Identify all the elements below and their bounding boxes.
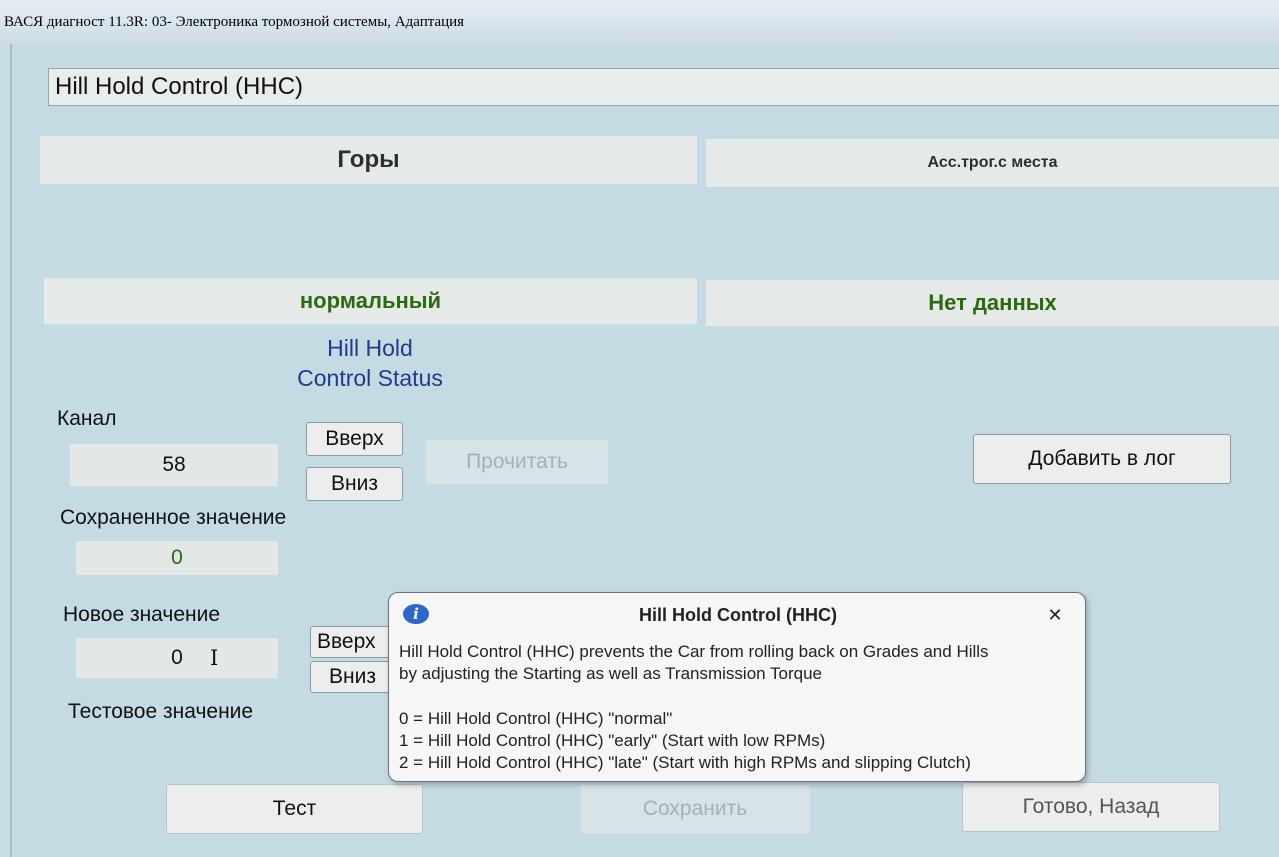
done-back-button[interactable]: Готово, Назад: [962, 782, 1220, 832]
add-to-log-button[interactable]: Добавить в лог: [973, 434, 1231, 484]
new-value-input[interactable]: 0 I: [76, 638, 278, 678]
dialog-option-2: 2 = Hill Hold Control (HHC) "late" (Star…: [399, 753, 971, 772]
window-title: ВАСЯ диагност 11.3R: 03- Электроника тор…: [0, 0, 1279, 44]
dialog-title: Hill Hold Control (HHC): [639, 605, 837, 625]
new-value-text: 0: [171, 646, 183, 669]
status-caption: Hill Hold Control Status: [240, 333, 500, 397]
read-button[interactable]: Прочитать: [425, 439, 609, 485]
panel-top-right: Асс.трог.с места: [706, 139, 1279, 187]
dialog-option-0: 0 = Hill Hold Control (HHC) "normal": [399, 709, 673, 728]
channel-down-button[interactable]: Вниз: [306, 467, 403, 501]
channel-value[interactable]: 58: [70, 444, 278, 486]
stored-value-label: Сохраненное значение: [60, 506, 287, 529]
dialog-line2: by adjusting the Starting as well as Tra…: [399, 664, 823, 683]
close-icon[interactable]: ✕: [1045, 605, 1065, 625]
new-value-down-button[interactable]: Вниз: [310, 661, 390, 693]
channel-up-button[interactable]: Вверх: [306, 422, 403, 456]
stored-value: 0: [76, 541, 278, 575]
dialog-line1: Hill Hold Control (HHC) prevents the Car…: [399, 642, 989, 661]
dialog-option-1: 1 = Hill Hold Control (HHC) "early" (Sta…: [399, 731, 826, 750]
new-value-up-button[interactable]: Вверх: [310, 626, 390, 658]
adaptation-select[interactable]: Hill Hold Control (HHC): [48, 68, 1279, 106]
save-button[interactable]: Сохранить: [580, 784, 810, 834]
channel-label: Канал: [57, 407, 117, 430]
status-caption-line2: Control Status: [297, 365, 443, 391]
test-button[interactable]: Тест: [166, 784, 423, 834]
panel-mid-right: Нет данных: [706, 280, 1279, 326]
status-caption-line1: Hill Hold: [327, 335, 413, 361]
test-value-label: Тестовое значение: [68, 700, 254, 723]
text-cursor-icon: I: [210, 646, 219, 670]
info-dialog: i Hill Hold Control (HHC) ✕ Hill Hold Co…: [388, 592, 1086, 782]
panel-mid-left: нормальный: [44, 278, 697, 324]
panel-top-left: Горы: [40, 136, 697, 184]
new-value-label: Новое значение: [63, 603, 221, 626]
